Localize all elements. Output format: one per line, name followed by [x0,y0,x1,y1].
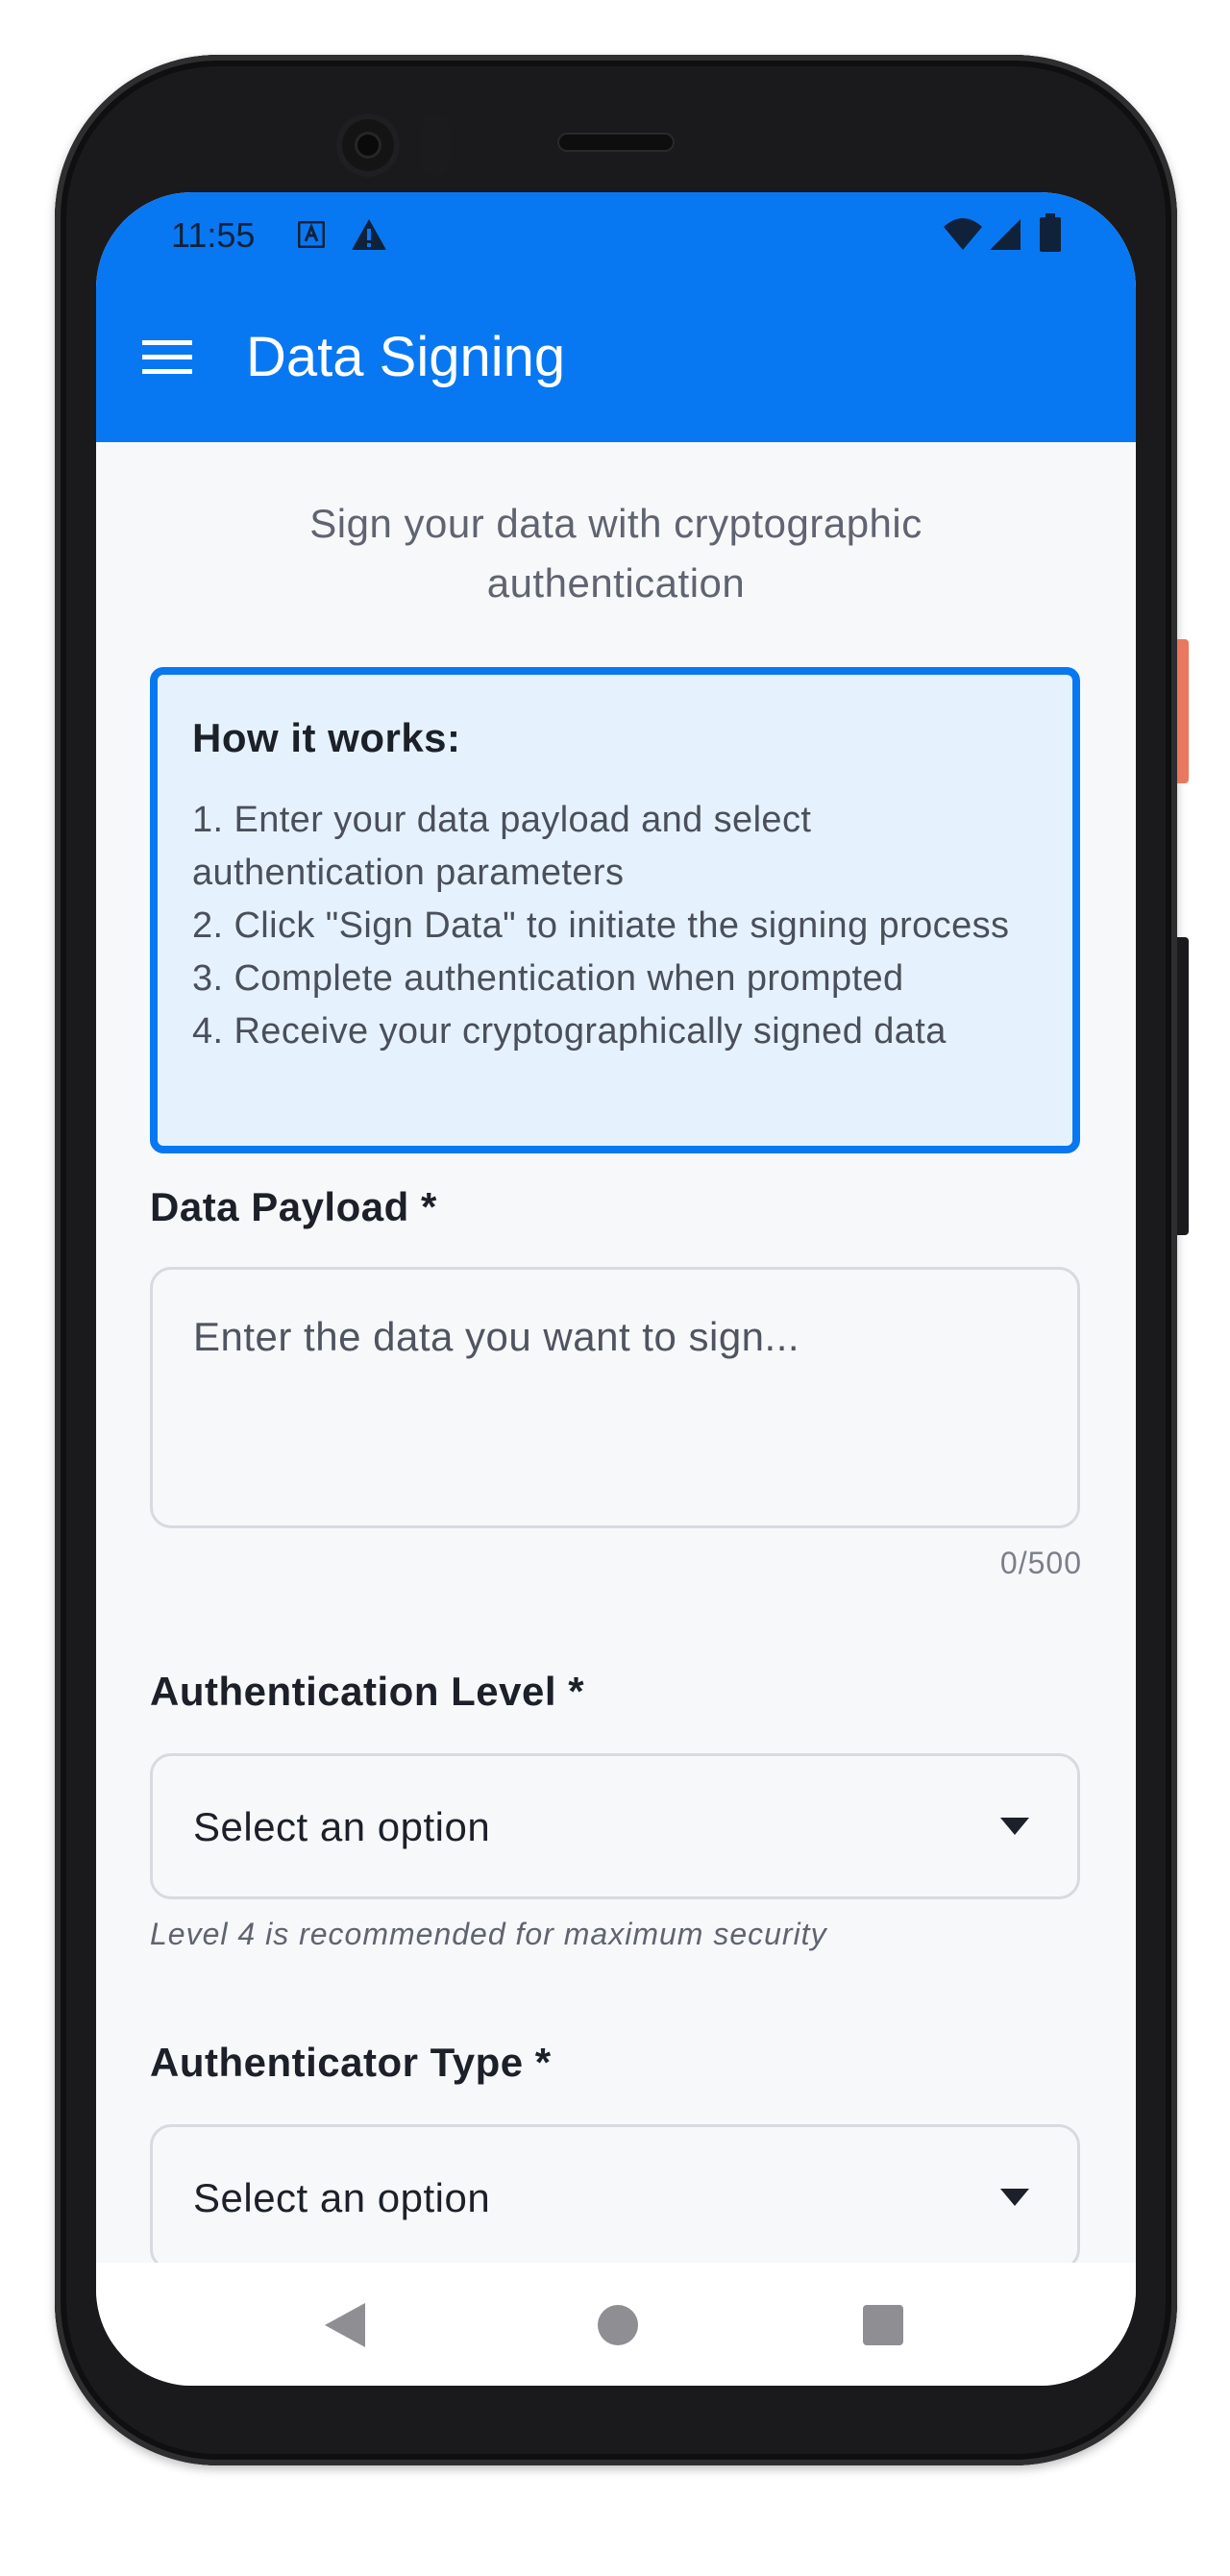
accessibility-a-icon [298,221,325,248]
how-it-works-box: How it works: 1. Enter your data payload… [150,667,1080,1153]
info-step: 2. Click "Sign Data" to initiate the sig… [192,905,1010,946]
authenticator-type-select[interactable]: Select an option [150,2124,1080,2263]
warning-icon [352,219,386,250]
earpiece-speaker [557,133,675,152]
wifi-icon [944,218,982,250]
authenticator-type-selected-value: Select an option [193,2175,491,2220]
info-steps-list: 1. Enter your data payload and select au… [192,794,1038,1058]
home-circle-icon[interactable] [598,2305,638,2345]
auth-level-select[interactable]: Select an option [150,1753,1080,1899]
battery-icon [1040,213,1061,252]
recent-apps-square-icon[interactable] [863,2305,903,2345]
payload-char-counter: 0/500 [999,1546,1082,1580]
auth-level-hint: Level 4 is recommended for maximum secur… [150,1917,827,1951]
front-camera [336,113,400,177]
authenticator-type-label: Authenticator Type * [150,2040,552,2085]
auth-level-selected-value: Select an option [193,1804,491,1849]
auth-level-label: Authentication Level * [150,1669,585,1714]
info-step: 1. Enter your data payload and select au… [192,800,812,893]
app-bar: Data Signing [96,279,1136,442]
system-nav-bar [96,2263,1136,2386]
page-subtitle: Sign your data with cryptographic authen… [309,501,922,606]
hamburger-menu-icon[interactable] [142,338,192,377]
chevron-down-icon [1000,2189,1029,2206]
info-step: 4. Receive your cryptographically signed… [192,1011,947,1052]
app-title: Data Signing [246,326,566,388]
chevron-down-icon [1000,1818,1029,1835]
payload-label: Data Payload * [150,1184,437,1229]
volume-button [1177,937,1189,1235]
power-button [1177,639,1189,783]
proximity-sensor [421,113,450,177]
cell-signal-icon [990,219,1021,250]
payload-input[interactable] [150,1267,1080,1528]
back-triangle-icon[interactable] [325,2303,365,2347]
phone-screen: 11:55 Data Signing Sign your data with c… [96,192,1136,2386]
info-step: 3. Complete authentication when prompted [192,958,904,999]
status-time: 11:55 [171,215,256,255]
status-bar: 11:55 [96,192,1136,279]
main-content[interactable]: Sign your data with cryptographic authen… [96,442,1136,2263]
info-box-title: How it works: [192,715,461,760]
